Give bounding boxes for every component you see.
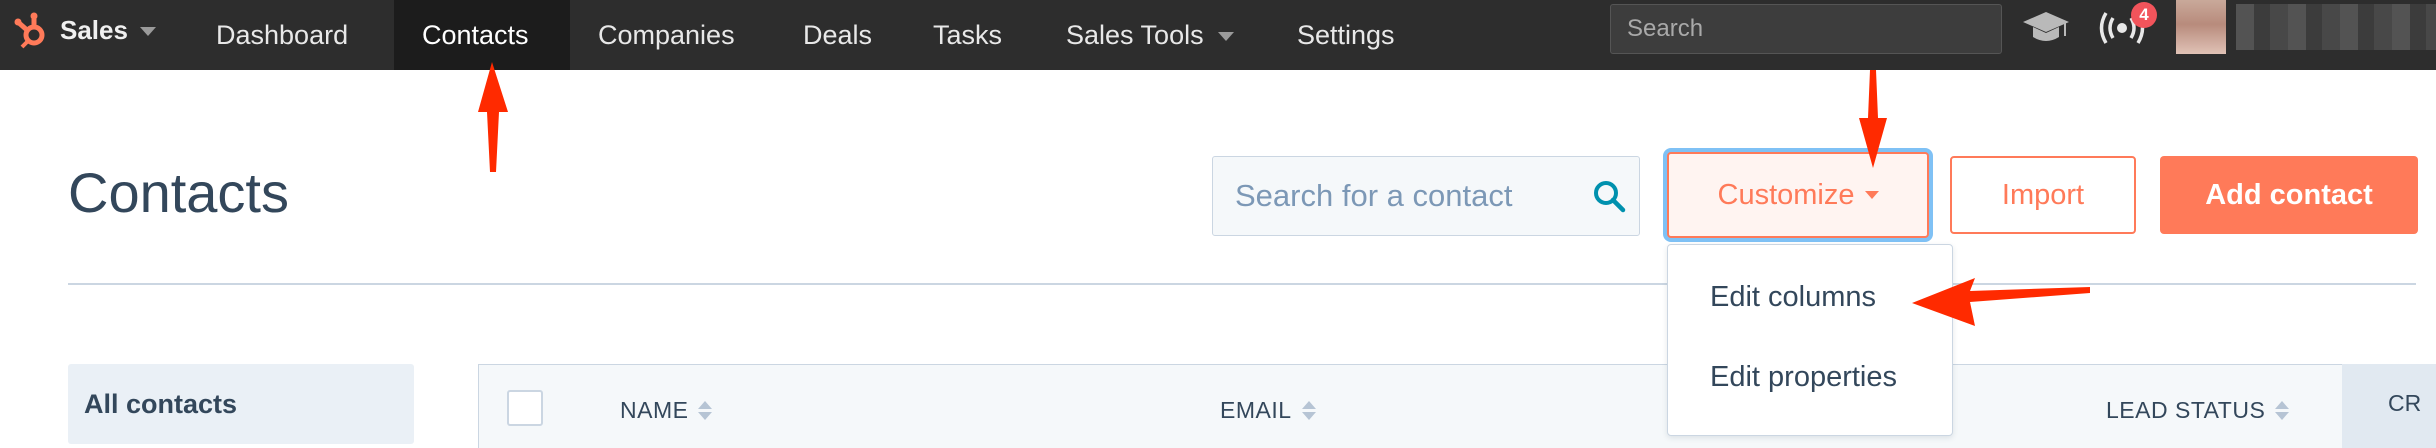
sort-icon	[1301, 400, 1316, 420]
nav-item-deals[interactable]: Deals	[803, 0, 872, 70]
page-title: Contacts	[68, 161, 289, 224]
import-label: Import	[2001, 178, 2085, 211]
view-all-contacts[interactable]: All contacts	[68, 364, 414, 444]
nav-item-companies[interactable]: Companies	[598, 0, 735, 70]
top-navigation-bar: Sales Dashboard Contacts Companies Deals…	[0, 0, 2436, 70]
chevron-down-icon	[1217, 31, 1234, 41]
nav-item-label: Companies	[598, 19, 735, 50]
global-search-input[interactable]: Search	[1610, 4, 2002, 54]
column-label: LEAD STATUS	[2106, 396, 2266, 423]
column-header-truncated[interactable]: CR	[2342, 364, 2436, 448]
nav-item-sales-tools[interactable]: Sales Tools	[1066, 0, 1234, 70]
menu-item-edit-properties[interactable]: Edit properties	[1710, 361, 1897, 394]
nav-item-contacts[interactable]: Contacts	[394, 0, 570, 70]
column-header-lead-status[interactable]: LEAD STATUS	[2106, 390, 2290, 430]
sprocket-logo-icon	[12, 10, 52, 50]
sort-icon	[698, 400, 713, 420]
search-icon[interactable]	[1579, 179, 1639, 213]
import-button[interactable]: Import	[1950, 156, 2136, 234]
avatar[interactable]	[2176, 0, 2226, 54]
nav-item-label: Contacts	[422, 19, 529, 50]
nav-item-label: Deals	[803, 19, 873, 50]
nav-item-settings[interactable]: Settings	[1297, 0, 1395, 70]
add-contact-label: Add contact	[2205, 178, 2373, 211]
nav-item-label: Settings	[1297, 19, 1395, 50]
column-header-name[interactable]: NAME	[620, 390, 713, 430]
nav-item-label: Sales Tools	[1066, 19, 1204, 50]
search-placeholder: Search	[1627, 15, 1704, 42]
column-header-email[interactable]: EMAIL	[1220, 390, 1316, 430]
menu-item-edit-columns[interactable]: Edit columns	[1710, 281, 1876, 314]
column-label: CR	[2388, 390, 2422, 416]
brand-label: Sales	[60, 14, 128, 45]
graduation-cap-icon	[2021, 8, 2071, 53]
sales-brand-menu[interactable]: Sales	[12, 0, 156, 60]
customize-button[interactable]: Customize	[1667, 152, 1929, 238]
chevron-down-icon	[139, 26, 156, 36]
header-divider	[68, 283, 2416, 285]
column-label: NAME	[620, 396, 689, 423]
annotation-arrow-up	[478, 62, 508, 172]
add-contact-button[interactable]: Add contact	[2160, 156, 2418, 234]
sort-icon	[2275, 400, 2290, 420]
customize-label: Customize	[1717, 178, 1855, 211]
nav-item-tasks[interactable]: Tasks	[933, 0, 1002, 70]
customize-dropdown-menu: Edit columns Edit properties	[1667, 244, 1953, 436]
nav-item-label: Dashboard	[216, 19, 349, 50]
academy-button[interactable]	[2018, 0, 2074, 60]
search-placeholder: Search for a contact	[1235, 178, 1513, 213]
view-label: All contacts	[84, 388, 238, 419]
contact-search-input[interactable]: Search for a contact	[1212, 156, 1640, 236]
select-all-checkbox[interactable]	[507, 390, 543, 426]
caret-down-icon	[1864, 191, 1879, 199]
notification-count-badge: 4	[2131, 2, 2157, 28]
account-name-redacted[interactable]	[2236, 4, 2436, 50]
nav-item-dashboard[interactable]: Dashboard	[216, 0, 348, 70]
nav-item-label: Tasks	[933, 19, 1003, 50]
column-label: EMAIL	[1220, 396, 1292, 423]
